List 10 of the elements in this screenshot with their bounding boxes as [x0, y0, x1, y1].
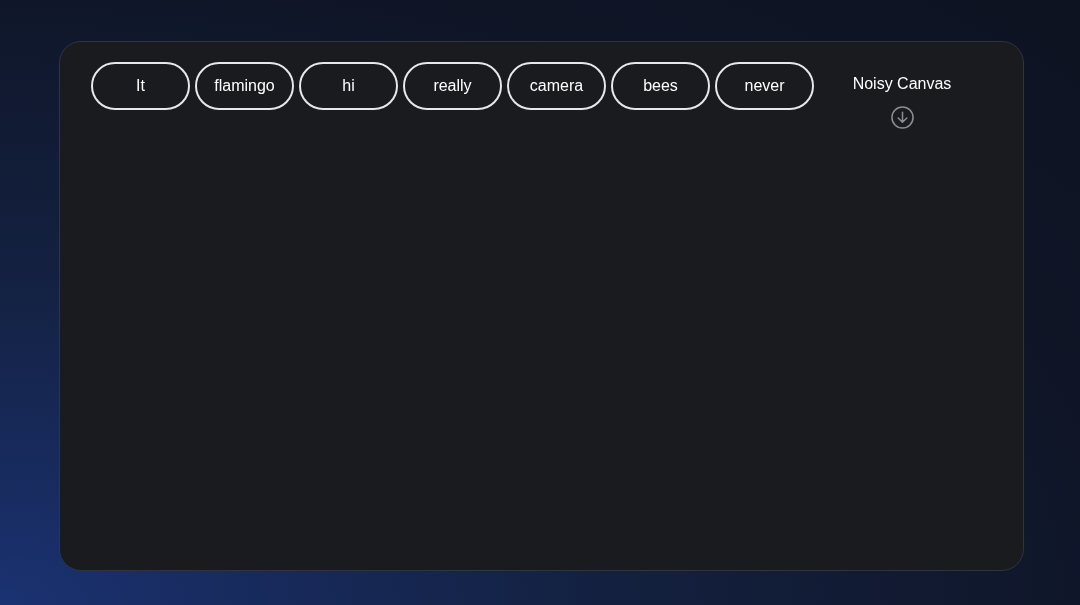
word-chip[interactable]: hi [299, 62, 398, 110]
word-chip[interactable]: flamingo [195, 62, 294, 110]
word-chip[interactable]: camera [507, 62, 606, 110]
download-button[interactable] [890, 106, 914, 129]
word-chip[interactable]: bees [611, 62, 710, 110]
canvas-title: Noisy Canvas [852, 74, 952, 94]
word-chip[interactable]: really [403, 62, 502, 110]
download-icon [890, 106, 914, 129]
word-chip[interactable]: It [91, 62, 190, 110]
word-chip[interactable]: never [715, 62, 814, 110]
